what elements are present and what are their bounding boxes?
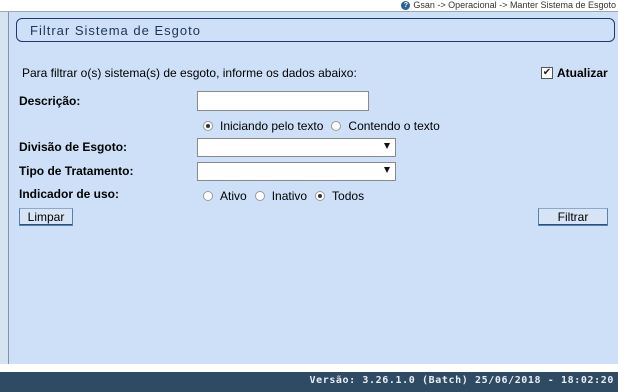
footer-spacer xyxy=(0,364,618,372)
radio-contendo-label: Contendo o texto xyxy=(348,119,440,133)
descricao-input[interactable] xyxy=(197,91,369,111)
breadcrumb: ? Gsan -> Operacional -> Manter Sistema … xyxy=(401,0,616,11)
breadcrumb-text[interactable]: Gsan -> Operacional -> Manter Sistema de… xyxy=(413,0,616,11)
top-bar: ? Gsan -> Operacional -> Manter Sistema … xyxy=(0,0,618,11)
indicador-uso-group: Ativo Inativo Todos xyxy=(203,189,372,203)
title-box: Filtrar Sistema de Esgoto xyxy=(16,18,615,42)
atualizar-label: Atualizar xyxy=(557,66,608,80)
radio-contendo[interactable] xyxy=(331,121,342,131)
filtrar-button[interactable]: Filtrar xyxy=(538,208,608,226)
indicador-uso-label: Indicador de uso: xyxy=(19,187,120,201)
radio-ativo[interactable] xyxy=(203,191,213,201)
radio-todos[interactable] xyxy=(315,191,326,201)
divisao-label: Divisão de Esgoto: xyxy=(19,140,128,154)
divisao-select[interactable] xyxy=(197,138,396,157)
left-sidebar xyxy=(0,12,9,364)
page-title: Filtrar Sistema de Esgoto xyxy=(30,23,201,38)
chevron-down-icon xyxy=(384,143,390,149)
tratamento-select[interactable] xyxy=(197,162,396,181)
intro-text: Para filtrar o(s) sistema(s) de esgoto, … xyxy=(22,66,357,80)
radio-todos-label: Todos xyxy=(332,189,365,203)
limpar-button[interactable]: Limpar xyxy=(19,208,73,226)
chevron-down-icon xyxy=(384,167,390,173)
radio-inativo[interactable] xyxy=(254,191,265,201)
radio-ativo-label: Ativo xyxy=(220,189,247,203)
version-text: Versão: 3.26.1.0 (Batch) 25/06/2018 - 18… xyxy=(309,375,614,386)
help-icon[interactable]: ? xyxy=(401,1,411,10)
filter-panel: Filtrar Sistema de Esgoto Para filtrar o… xyxy=(9,12,618,364)
atualizar-checkbox[interactable]: ✔ xyxy=(541,67,553,79)
radio-inativo-label: Inativo xyxy=(271,189,308,203)
atualizar-option[interactable]: ✔ Atualizar xyxy=(541,66,608,80)
match-mode-group: Iniciando pelo texto Contendo o texto xyxy=(203,119,448,133)
descricao-label: Descrição: xyxy=(19,94,81,108)
radio-iniciando[interactable] xyxy=(203,121,213,131)
tratamento-label: Tipo de Tratamento: xyxy=(19,164,134,178)
radio-iniciando-label: Iniciando pelo texto xyxy=(220,119,324,133)
footer: Versão: 3.26.1.0 (Batch) 25/06/2018 - 18… xyxy=(0,372,618,392)
